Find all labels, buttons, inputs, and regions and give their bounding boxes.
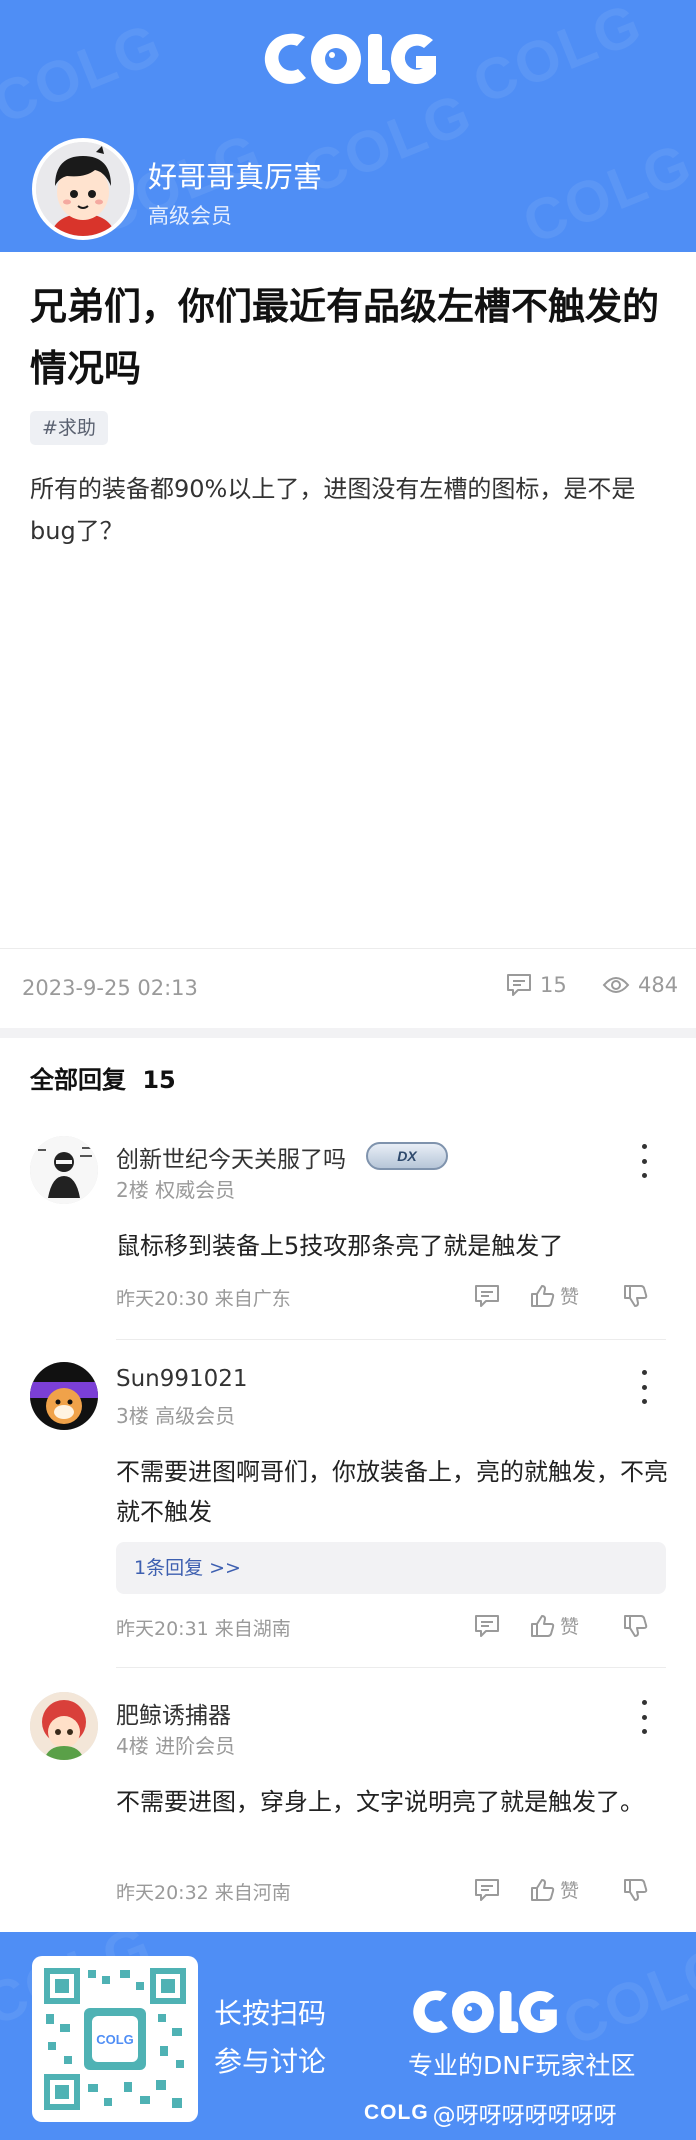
like-label: 赞	[560, 1880, 580, 1902]
divider	[0, 948, 696, 949]
eye-icon	[602, 977, 630, 993]
sketch-avatar-icon	[30, 1136, 98, 1204]
author-avatar[interactable]	[32, 138, 134, 240]
reply-avatar[interactable]	[30, 1136, 98, 1204]
watermark-logo: COLG	[554, 1932, 696, 2059]
view-count: 484	[602, 973, 678, 997]
thumbs-down-icon	[624, 1878, 648, 1901]
thumbs-down-icon	[624, 1284, 648, 1307]
comment-icon	[507, 974, 531, 996]
comment-icon	[475, 1614, 499, 1637]
reply-author-name[interactable]: 肥鲸诱捕器	[116, 1696, 231, 1730]
author-level: 高级会员	[148, 204, 232, 228]
reply-comment-button[interactable]	[474, 1614, 500, 1638]
reply-time-location: 昨天20:31 来自湖南	[116, 1618, 291, 1640]
author-name[interactable]: 好哥哥真厉害	[148, 154, 322, 196]
replies-header-label: 全部回复	[30, 1066, 126, 1094]
more-options-icon[interactable]	[632, 1144, 656, 1178]
anime-girl-avatar-icon	[30, 1692, 98, 1760]
view-count-value: 484	[638, 973, 679, 997]
reply-text: 不需要进图啊哥们，你放装备上，亮的就触发，不亮就不触发	[116, 1458, 668, 1526]
shiba-avatar-icon	[30, 1362, 98, 1430]
post-header: COLG COLG COLG COLG COLG 好哥哥真厉害 高级会员	[0, 0, 696, 252]
reply-actions: 赞	[474, 1612, 649, 1639]
comment-icon	[475, 1284, 499, 1307]
replies-header: 全部回复 15	[30, 1060, 176, 1095]
svg-text:COLG: COLG	[96, 2032, 134, 2047]
reply-text: 不需要进图，穿身上，文字说明亮了就是触发了。	[116, 1788, 644, 1816]
post-tag[interactable]: #求助	[30, 411, 108, 445]
watermark-logo: COLG	[514, 130, 696, 252]
reply-divider	[116, 1339, 666, 1340]
qr-code[interactable]: COLG	[32, 1956, 198, 2122]
reply-comment-button[interactable]	[474, 1284, 500, 1308]
credit-handle: @呀呀呀呀呀呀呀	[432, 2103, 617, 2129]
comment-icon	[475, 1878, 499, 1901]
reply-comment-button[interactable]	[474, 1878, 500, 1902]
post-datetime: 2023-9-25 02:13	[22, 976, 198, 1000]
reply-author-name[interactable]: 创新世纪今天关服了吗	[116, 1140, 346, 1174]
dislike-button[interactable]	[623, 1614, 649, 1638]
reply-time-location: 昨天20:32 来自河南	[116, 1882, 291, 1904]
post-body: 所有的装备都90%以上了，进图没有左槽的图标，是不是bug了？	[30, 475, 636, 545]
watermark-logo: COLG	[294, 80, 482, 207]
like-button[interactable]: 赞	[530, 1282, 579, 1309]
more-options-icon[interactable]	[632, 1370, 656, 1404]
like-label: 赞	[560, 1286, 580, 1308]
credit-logo: COLG	[364, 2101, 429, 2124]
qr-code-icon: COLG	[40, 1964, 190, 2114]
thumbs-up-icon	[531, 1878, 555, 1901]
more-options-icon[interactable]	[632, 1700, 656, 1734]
colg-logo	[0, 28, 696, 94]
discuss-prompt: 参与讨论	[214, 2045, 327, 2078]
reply-floor-level: 2楼 权威会员	[116, 1178, 236, 1202]
author-credit: COLG @呀呀呀呀呀呀呀	[364, 2096, 617, 2130]
dislike-button[interactable]	[623, 1878, 649, 1902]
thumbs-up-icon	[531, 1614, 555, 1637]
post-title: 兄弟们，你们最近有品级左槽不触发的情况吗	[30, 285, 659, 390]
dislike-button[interactable]	[623, 1284, 649, 1308]
like-label: 赞	[560, 1616, 580, 1638]
reply-floor-level: 4楼 进阶会员	[116, 1734, 236, 1758]
comment-count[interactable]: 15	[506, 973, 567, 997]
community-slogan: 专业的DNF玩家社区	[408, 2051, 636, 2080]
sub-reply-link[interactable]: 1条回复 >>	[116, 1542, 666, 1594]
reply-avatar[interactable]	[30, 1362, 98, 1430]
replies-header-count: 15	[142, 1066, 176, 1094]
colg-logo-icon	[413, 1990, 557, 2033]
thumbs-down-icon	[624, 1614, 648, 1637]
reply-actions: 赞	[474, 1876, 649, 1903]
like-button[interactable]: 赞	[530, 1876, 579, 1903]
section-separator	[0, 1028, 696, 1038]
colg-logo	[408, 1986, 558, 2042]
reply-time-location: 昨天20:30 来自广东	[116, 1288, 291, 1310]
share-footer: COLG COLG COLG 长按扫码 参与讨论	[0, 1932, 696, 2140]
like-button[interactable]: 赞	[530, 1612, 579, 1639]
reply-divider	[116, 1667, 666, 1668]
reply-author-name[interactable]: Sun991021	[116, 1366, 248, 1392]
cartoon-boy-avatar-icon	[36, 142, 130, 236]
reply-text: 鼠标移到装备上5技攻那条亮了就是触发了	[116, 1232, 564, 1260]
reply-avatar[interactable]	[30, 1692, 98, 1760]
reply-floor-level: 3楼 高级会员	[116, 1404, 236, 1428]
colg-logo-icon	[264, 33, 436, 84]
scan-prompt: 长按扫码	[214, 1997, 327, 2030]
reply-actions: 赞	[474, 1282, 649, 1309]
comment-count-value: 15	[540, 973, 567, 997]
dx-badge: DX	[366, 1142, 448, 1170]
thumbs-up-icon	[531, 1284, 555, 1307]
